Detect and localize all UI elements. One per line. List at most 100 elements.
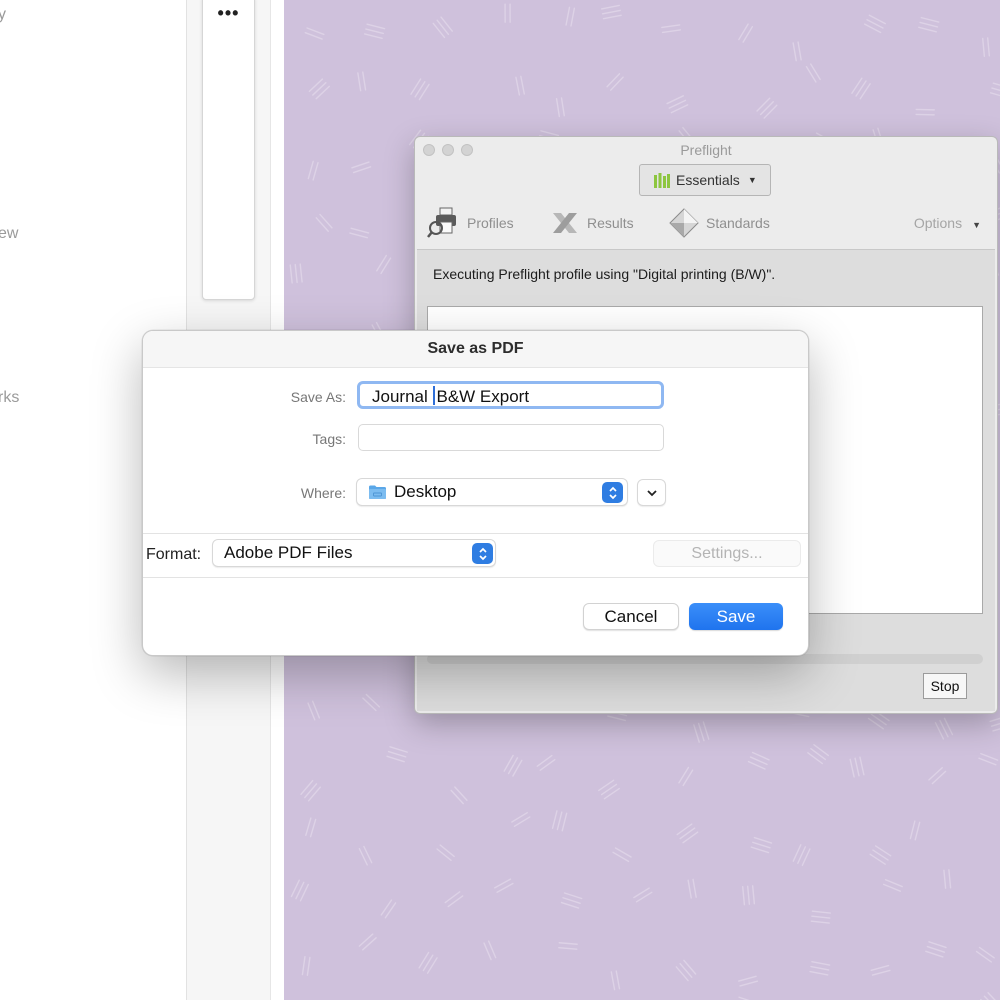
sidebar-item-fragment-3[interactable]: rks (0, 389, 19, 407)
tab-profiles[interactable]: Profiles (427, 207, 514, 239)
wallpaper-stroke (807, 752, 824, 765)
essentials-dropdown[interactable]: Essentials ▼ (639, 164, 771, 196)
wallpaper-stroke (570, 7, 576, 27)
where-select[interactable]: Desktop (356, 478, 628, 506)
wallpaper-stroke (601, 9, 621, 15)
wallpaper-stroke (447, 895, 464, 908)
wallpaper-stroke (797, 41, 802, 61)
divider (143, 577, 808, 578)
wallpaper-stroke (454, 786, 468, 801)
wallpaper-stroke (551, 810, 558, 830)
wallpaper-stroke (756, 97, 771, 112)
wallpaper-stroke (978, 757, 997, 766)
wallpaper-stroke (362, 697, 377, 712)
wallpaper-stroke (928, 941, 947, 949)
wallpaper-stroke (365, 693, 381, 708)
dialog-header: Save as PDF (143, 331, 808, 368)
sidebar-item-fragment-2[interactable]: ew (0, 225, 18, 243)
wallpaper-stroke (520, 75, 526, 95)
wallpaper-stroke (679, 962, 693, 978)
wallpaper-stroke (692, 878, 697, 898)
tags-input[interactable] (358, 424, 664, 451)
wallpaper-stroke (702, 721, 710, 740)
wallpaper-stroke (759, 101, 774, 116)
wallpaper-stroke (432, 22, 446, 39)
wallpaper-stroke (515, 76, 521, 96)
options-label: Options (913, 215, 963, 231)
wallpaper-stroke (810, 965, 830, 971)
cancel-button[interactable]: Cancel (583, 603, 679, 630)
wallpaper-stroke (928, 767, 943, 781)
wallpaper-stroke (926, 945, 946, 953)
more-options-icon[interactable]: ••• (203, 3, 254, 24)
wallpaper-stroke (561, 812, 568, 832)
wallpaper-stroke (697, 722, 705, 742)
wallpaper-stroke (365, 28, 385, 35)
tab-profiles-label: Profiles (467, 215, 514, 231)
wallpaper-stroke (450, 789, 464, 805)
save-as-input[interactable]: Journal B&W Export (357, 381, 664, 409)
wallpaper-stroke (854, 757, 860, 777)
wallpaper-stroke (859, 83, 871, 100)
save-button[interactable]: Save (689, 603, 783, 630)
format-select[interactable]: Adobe PDF Files (212, 539, 496, 567)
wallpaper-stroke (536, 754, 553, 767)
options-menu[interactable]: Options ▼ (914, 215, 981, 231)
tab-standards[interactable]: Standards (668, 207, 770, 239)
wallpaper-stroke (350, 227, 370, 234)
wallpaper-stroke (384, 902, 397, 919)
wallpaper-stroke (606, 73, 621, 88)
where-label: Where: (300, 485, 346, 501)
wallpaper-stroke (991, 87, 1000, 92)
format-stepper-icon (472, 543, 493, 564)
wallpaper-stroke (920, 16, 940, 23)
wallpaper-stroke (440, 16, 453, 32)
wallpaper-stroke (602, 14, 622, 20)
chevron-down-icon (646, 489, 657, 496)
stop-button[interactable]: Stop (923, 673, 967, 699)
settings-button[interactable]: Settings... (653, 540, 801, 567)
wallpaper-stroke (811, 915, 831, 919)
wallpaper-stroke (556, 811, 563, 831)
wallpaper-stroke (389, 746, 408, 753)
tab-results[interactable]: Results (549, 207, 634, 239)
wallpaper-stroke (563, 892, 583, 900)
wallpaper-stroke (357, 72, 362, 92)
preflight-titlebar[interactable]: Preflight (415, 137, 997, 163)
standards-icon (669, 208, 699, 238)
format-value: Adobe PDF Files (224, 543, 353, 562)
profiles-icon (427, 207, 456, 238)
wallpaper-stroke (352, 166, 372, 174)
wallpaper-stroke (683, 959, 697, 975)
wallpaper-stroke (299, 263, 303, 283)
format-label: Format: (146, 546, 202, 563)
wallpaper-stroke (562, 897, 581, 904)
wallpaper-stroke (362, 71, 367, 91)
wallpaper-stroke (558, 947, 578, 950)
wallpaper-stroke (315, 85, 330, 100)
wallpaper-stroke (540, 130, 560, 137)
wallpaper-stroke (751, 885, 756, 905)
essentials-label: Essentials (676, 172, 740, 188)
wallpaper-stroke (738, 975, 757, 982)
wallpaper-stroke (305, 817, 312, 837)
wallpaper-stroke (679, 827, 696, 840)
expand-browser-button[interactable] (637, 479, 666, 506)
wallpaper-stroke (871, 969, 891, 976)
sidebar-item-fragment-1[interactable]: y (0, 6, 6, 24)
wallpaper-stroke (874, 845, 892, 857)
wallpaper-stroke (750, 846, 770, 854)
wallpaper-stroke (319, 213, 333, 229)
wallpaper-stroke (304, 31, 323, 40)
wallpaper-stroke (307, 786, 322, 802)
wallpaper-stroke (925, 950, 944, 958)
wallpaper-stroke (304, 783, 318, 799)
wallpaper-stroke (436, 848, 452, 862)
wallpaper-stroke (387, 750, 407, 758)
wallpaper-stroke (687, 879, 692, 899)
wallpaper-stroke (980, 752, 999, 761)
wallpaper-stroke (855, 80, 867, 97)
wallpaper-stroke (603, 787, 620, 800)
wallpaper-stroke (414, 81, 426, 98)
wallpaper-stroke (869, 853, 886, 865)
